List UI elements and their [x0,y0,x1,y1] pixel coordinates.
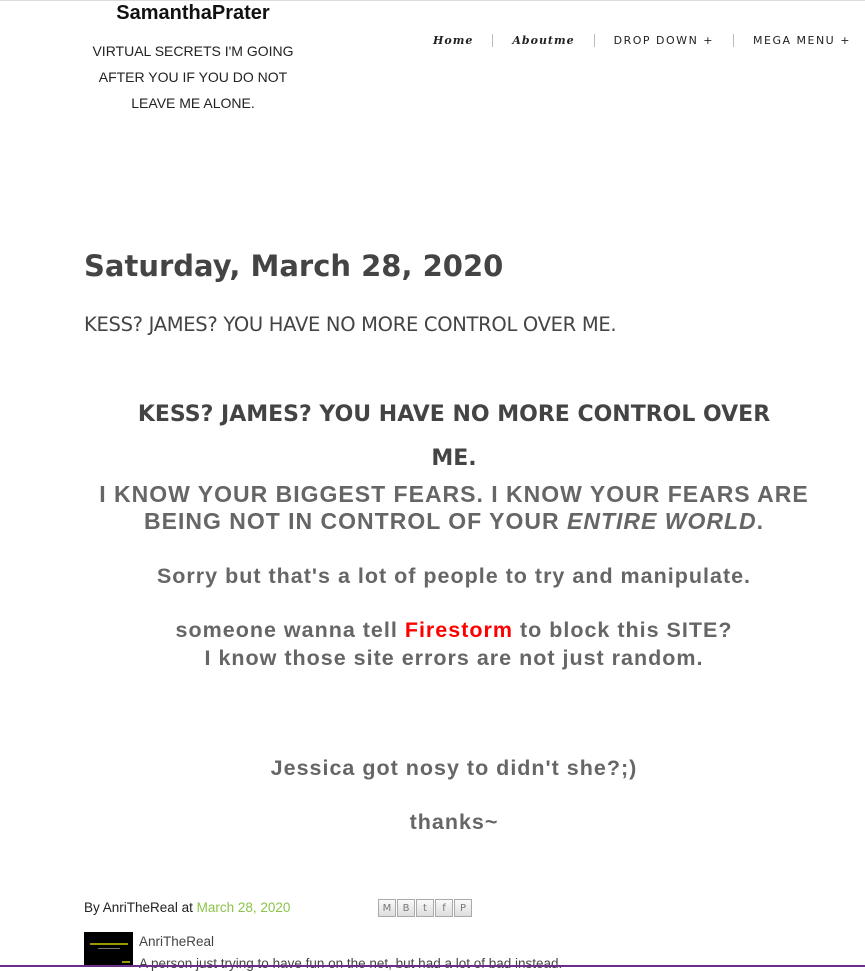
blog-description-line: LEAVE ME ALONE. [131,95,255,111]
firestorm-line: someone wanna tell Firestorm to block th… [84,616,824,644]
fears-suffix: . [756,508,764,534]
author-name[interactable]: AnriTheReal [139,934,214,949]
blog-description-line: AFTER YOU IF YOU DO NOT [98,69,288,85]
fears-line: I KNOW YOUR BIGGEST FEARS. I KNOW YOUR F… [99,481,809,507]
sorry-line: Sorry but that's a lot of people to try … [156,564,752,588]
email-share-icon[interactable]: M [378,899,396,917]
nav-item-mega-menu[interactable]: MEGA MENU + [734,34,865,47]
post-body: KESS? JAMES? YOU HAVE NO MORE CONTROL OV… [84,393,824,836]
nav-item-home[interactable]: Home [414,34,492,47]
fears-emphasis: ENTIRE WORLD [567,508,757,534]
firestorm-prefix: someone wanna tell [175,618,405,642]
firestorm-name: Firestorm [404,618,513,642]
pinterest-share-icon[interactable]: P [454,899,472,917]
firestorm-suffix: to block this SITE? [512,618,733,642]
post-heading-line: ME. [431,446,477,471]
facebook-share-icon[interactable]: f [435,899,453,917]
byline-by: By [84,900,100,915]
share-buttons: M B t f P [378,899,473,917]
nav-item-aboutme[interactable]: Aboutme [493,34,593,47]
byline-at: at [181,900,193,915]
nav-item-drop-down[interactable]: DROP DOWN + [595,34,733,47]
blog-description-line: VIRTUAL SECRETS I'M GOING [92,43,294,59]
byline-author[interactable]: AnriTheReal [103,900,178,915]
blogthis-share-icon[interactable]: B [397,899,415,917]
avatar-decoration [98,948,120,949]
avatar-decoration [90,943,128,945]
fears-line: BEING NOT IN CONTROL OF YOUR ENTIRE WORL… [84,508,824,535]
jessica-line: Jessica got nosy to didn't she?;) [270,756,638,780]
avatar-decoration [122,961,130,963]
post-title[interactable]: KESS? JAMES? YOU HAVE NO MORE CONTROL OV… [84,313,617,336]
fears-text: BEING NOT IN CONTROL OF YOUR [144,508,567,534]
post-byline: By AnriTheReal at March 28, 2020 [84,900,290,915]
post-heading-line: KESS? JAMES? YOU HAVE NO MORE CONTROL OV… [137,402,771,427]
blog-title[interactable]: SamanthaPrater [86,2,300,25]
blog-header: SamanthaPrater VIRTUAL SECRETS I'M GOING… [86,0,300,116]
author-avatar[interactable] [84,932,133,966]
post-timestamp-link[interactable]: March 28, 2020 [197,900,291,915]
author-about: A person just trying to have fun on the … [139,956,563,971]
twitter-share-icon[interactable]: t [416,899,434,917]
errors-line: I know those site errors are not just ra… [204,646,704,670]
blog-description: VIRTUAL SECRETS I'M GOING AFTER YOU IF Y… [86,38,300,116]
thanks-line: thanks~ [409,810,499,834]
main-nav: Home Aboutme DROP DOWN + MEGA MENU + [414,30,865,50]
post-date-header: Saturday, March 28, 2020 [84,249,504,283]
